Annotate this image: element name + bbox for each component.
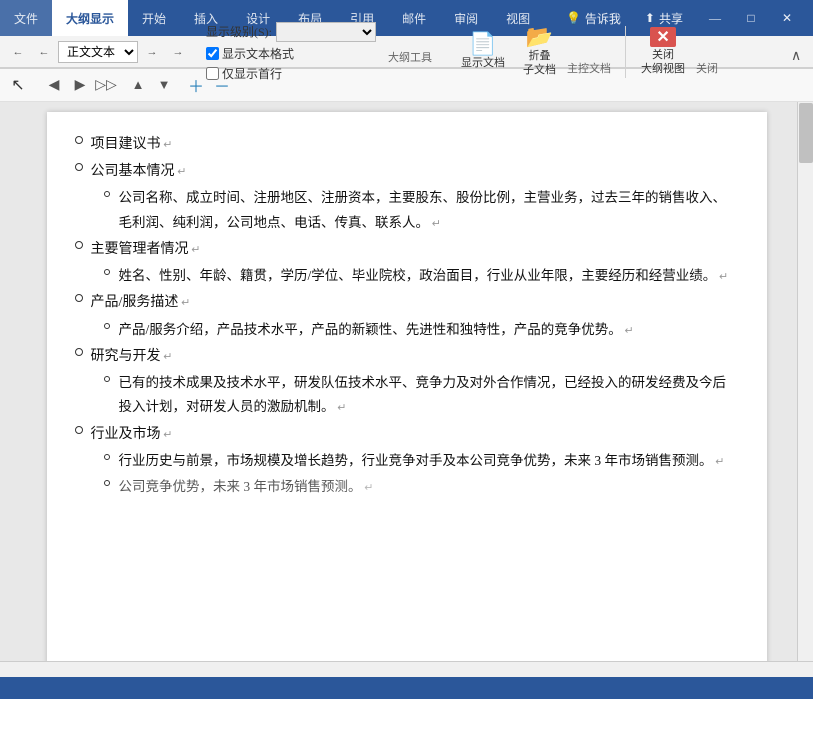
list-item: 主要管理者情况 ↵	[67, 237, 737, 262]
move-down-button[interactable]: ▼	[152, 73, 176, 97]
bullet-icon	[95, 190, 119, 197]
paragraph-mark: ↵	[178, 297, 190, 309]
ribbon-nav-row: ← ← 正文文本 → → 显示级别(S): 显示文本格式 仅显示首行	[0, 36, 813, 68]
close-section-label: 关闭	[696, 60, 718, 76]
horizontal-scrollbar[interactable]	[0, 661, 813, 677]
list-item: 公司竞争优势，未来 3 年市场销售预测。 ↵	[95, 475, 737, 499]
paragraph-mark: ↵	[622, 325, 634, 337]
bullet-icon	[67, 348, 91, 356]
list-item: 行业历史与前景，市场规模及增长趋势，行业竞争对手及本公司竞争优势，未来 3 年市…	[95, 449, 737, 473]
outline-text: 主要管理者情况 ↵	[91, 237, 737, 262]
paragraph-mark: ↵	[175, 166, 187, 178]
scrollbar-thumb[interactable]	[799, 103, 813, 163]
nav-back-2[interactable]: ←	[32, 40, 56, 64]
list-item: 项目建议书 ↵	[67, 132, 737, 157]
tab-mail[interactable]: 邮件	[388, 0, 440, 36]
bullet-icon	[67, 163, 91, 171]
doc-page: 项目建议书 ↵公司基本情况 ↵公司名称、成立时间、注册地区、注册资本，主要股东、…	[47, 112, 767, 661]
status-bar	[0, 677, 813, 699]
fold-subdoc-button[interactable]: 📂 折叠 子文档	[516, 26, 563, 78]
paragraph-mark: ↵	[189, 244, 201, 256]
outline-text: 公司竞争优势，未来 3 年市场销售预测。 ↵	[119, 475, 737, 499]
maximize-button[interactable]: □	[733, 0, 769, 36]
lightbulb-icon: 💡	[566, 11, 581, 26]
list-item: 已有的技术成果及技术水平，研发队伍技术水平、竞争力及对外合作情况，已经投入的研发…	[95, 371, 737, 420]
paragraph-mark: ↵	[161, 139, 173, 151]
cursor-icon: ↖	[6, 73, 30, 97]
ribbon: ← ← 正文文本 → → 显示级别(S): 显示文本格式 仅显示首行	[0, 36, 813, 69]
share-icon: ⬆	[645, 11, 655, 26]
outline-text: 行业及市场 ↵	[91, 422, 737, 447]
nav-back-1[interactable]: ←	[6, 40, 30, 64]
bullet-icon	[95, 375, 119, 382]
bullet-icon	[67, 241, 91, 249]
list-item: 产品/服务介绍，产品技术水平，产品的新颖性、先进性和独特性，产品的竞争优势。 ↵	[95, 318, 737, 342]
list-item: 产品/服务描述 ↵	[67, 290, 737, 315]
outline-text: 行业历史与前景，市场规模及增长趋势，行业竞争对手及本公司竞争优势，未来 3 年市…	[119, 449, 737, 473]
bullet-icon	[95, 479, 119, 486]
tab-file[interactable]: 文件	[0, 0, 52, 36]
paragraph-mark: ↵	[429, 218, 441, 230]
close-outline-icon: ✕	[650, 27, 676, 47]
vertical-scrollbar[interactable]	[797, 102, 813, 661]
expand-item-button[interactable]: ＋	[184, 73, 208, 97]
fold-icon: 📂	[526, 26, 553, 48]
nav-forward-2[interactable]: →	[166, 40, 190, 64]
demote-button[interactable]: ▶	[68, 73, 92, 97]
close-button[interactable]: ✕	[769, 0, 805, 36]
outline-text: 公司名称、成立时间、注册地区、注册资本，主要股东、股份比例，主营业务，过去三年的…	[119, 186, 737, 235]
ribbon-expand-button[interactable]: ∧	[791, 48, 807, 65]
list-item: 研究与开发 ↵	[67, 344, 737, 369]
document-area[interactable]: 项目建议书 ↵公司基本情况 ↵公司名称、成立时间、注册地区、注册资本，主要股东、…	[0, 102, 813, 661]
bullet-icon	[67, 136, 91, 144]
show-doc-icon: 📄	[469, 33, 496, 55]
list-item: 姓名、性别、年龄、籍贯，学历/学位、毕业院校，政治面目，行业从业年限，主要经历和…	[95, 264, 737, 288]
tab-outline[interactable]: 大纲显示	[52, 0, 128, 36]
paragraph-mark: ↵	[161, 429, 173, 441]
demote-to-body-button[interactable]: ▷▷	[94, 73, 118, 97]
tab-start[interactable]: 开始	[128, 0, 180, 36]
master-doc-label: 主控文档	[567, 60, 611, 76]
outline-text: 研究与开发 ↵	[91, 344, 737, 369]
show-doc-button[interactable]: 📄 显示文档	[454, 26, 512, 78]
bullet-icon	[67, 294, 91, 302]
outline-text: 公司基本情况 ↵	[91, 159, 737, 184]
bullet-icon	[95, 453, 119, 460]
move-up-button[interactable]: ▲	[126, 73, 150, 97]
nav-forward-1[interactable]: →	[140, 40, 164, 64]
paragraph-mark: ↵	[335, 402, 347, 414]
show-format-checkbox[interactable]: 显示文本格式	[206, 45, 376, 62]
bullet-icon	[95, 268, 119, 275]
outline-text: 产品/服务介绍，产品技术水平，产品的新颖性、先进性和独特性，产品的竞争优势。 ↵	[119, 318, 737, 342]
list-item: 行业及市场 ↵	[67, 422, 737, 447]
outline-text: 姓名、性别、年龄、籍贯，学历/学位、毕业院校，政治面目，行业从业年限，主要经历和…	[119, 264, 737, 288]
collapse-item-button[interactable]: －	[210, 73, 234, 97]
paragraph-mark: ↵	[362, 482, 374, 494]
paragraph-mark: ↵	[716, 271, 728, 283]
outline-text: 产品/服务描述 ↵	[91, 290, 737, 315]
outline-text: 项目建议书 ↵	[91, 132, 737, 157]
level-dropdown[interactable]	[276, 22, 376, 42]
bullet-icon	[67, 426, 91, 434]
promote-button[interactable]: ◀	[42, 73, 66, 97]
level-label: 显示级别(S):	[206, 23, 272, 40]
paragraph-mark: ↵	[161, 351, 173, 363]
close-outline-button[interactable]: ✕ 关闭 大纲视图	[634, 26, 692, 78]
outline-tools-label: 大纲工具	[388, 49, 432, 65]
bullet-icon	[95, 322, 119, 329]
outline-text: 已有的技术成果及技术水平，研发队伍技术水平、竞争力及对外合作情况，已经投入的研发…	[119, 371, 737, 420]
list-item: 公司名称、成立时间、注册地区、注册资本，主要股东、股份比例，主营业务，过去三年的…	[95, 186, 737, 235]
outline-list: 项目建议书 ↵公司基本情况 ↵公司名称、成立时间、注册地区、注册资本，主要股东、…	[67, 132, 737, 500]
list-item: 公司基本情况 ↵	[67, 159, 737, 184]
style-select[interactable]: 正文文本	[58, 41, 138, 63]
paragraph-mark: ↵	[713, 456, 725, 468]
